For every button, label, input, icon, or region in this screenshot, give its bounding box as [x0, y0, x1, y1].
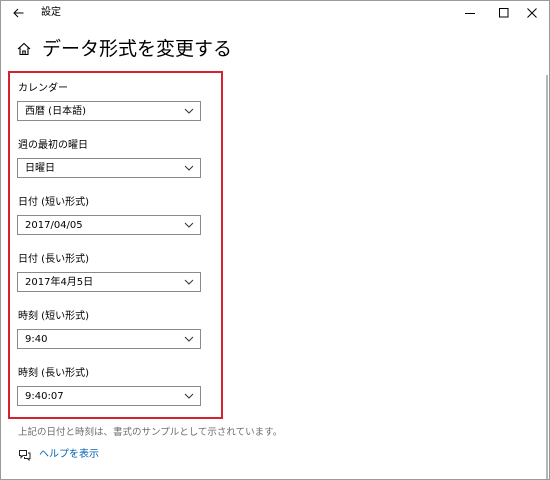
- long-date-dropdown[interactable]: 2017年4月5日: [17, 272, 201, 292]
- back-button[interactable]: [5, 1, 31, 25]
- window-title: 設定: [41, 7, 61, 18]
- title-bar: 設定: [1, 1, 549, 25]
- help-icon: [18, 449, 31, 461]
- settings-window: 設定 データ形式を変更する カレンダー 西暦 (日本語) 週の最初の曜日 日曜日…: [0, 0, 550, 480]
- calendar-dropdown[interactable]: 西暦 (日本語): [17, 101, 201, 121]
- first-day-value: 日曜日: [25, 163, 55, 174]
- format-sample-note: 上記の日付と時刻は、書式のサンプルとして示されています。: [18, 427, 283, 438]
- highlight-frame: [8, 71, 223, 419]
- short-time-value: 9:40: [25, 334, 48, 345]
- long-time-label: 時刻 (長い形式): [18, 368, 89, 379]
- page-header: データ形式を変更する: [15, 37, 232, 61]
- help-link[interactable]: ヘルプを表示: [39, 449, 99, 461]
- chevron-down-icon: [184, 336, 194, 342]
- chevron-down-icon: [184, 108, 194, 114]
- long-date-label: 日付 (長い形式): [18, 254, 89, 265]
- minimize-button[interactable]: [453, 1, 487, 25]
- scrollbar[interactable]: [546, 75, 548, 479]
- back-arrow-icon: [12, 8, 23, 18]
- chevron-down-icon: [184, 165, 194, 171]
- calendar-value: 西暦 (日本語): [25, 106, 86, 117]
- chevron-down-icon: [184, 393, 194, 399]
- chevron-down-icon: [184, 222, 194, 228]
- long-time-value: 9:40:07: [25, 391, 64, 402]
- long-date-value: 2017年4月5日: [25, 277, 94, 288]
- maximize-icon: [499, 8, 509, 18]
- short-date-value: 2017/04/05: [25, 220, 83, 231]
- home-button[interactable]: [15, 40, 33, 58]
- chevron-down-icon: [184, 279, 194, 285]
- home-icon: [17, 42, 31, 56]
- close-button[interactable]: [515, 1, 549, 25]
- page-title: データ形式を変更する: [42, 38, 233, 60]
- first-day-dropdown[interactable]: 日曜日: [17, 158, 201, 178]
- long-time-dropdown[interactable]: 9:40:07: [17, 386, 201, 406]
- calendar-label: カレンダー: [18, 83, 68, 94]
- short-date-label: 日付 (短い形式): [18, 197, 89, 208]
- help-row[interactable]: ヘルプを表示: [18, 448, 99, 462]
- short-time-dropdown[interactable]: 9:40: [17, 329, 201, 349]
- short-date-dropdown[interactable]: 2017/04/05: [17, 215, 201, 235]
- first-day-label: 週の最初の曜日: [18, 140, 88, 151]
- short-time-label: 時刻 (短い形式): [18, 311, 89, 322]
- close-icon: [527, 8, 537, 18]
- minimize-icon: [465, 13, 475, 14]
